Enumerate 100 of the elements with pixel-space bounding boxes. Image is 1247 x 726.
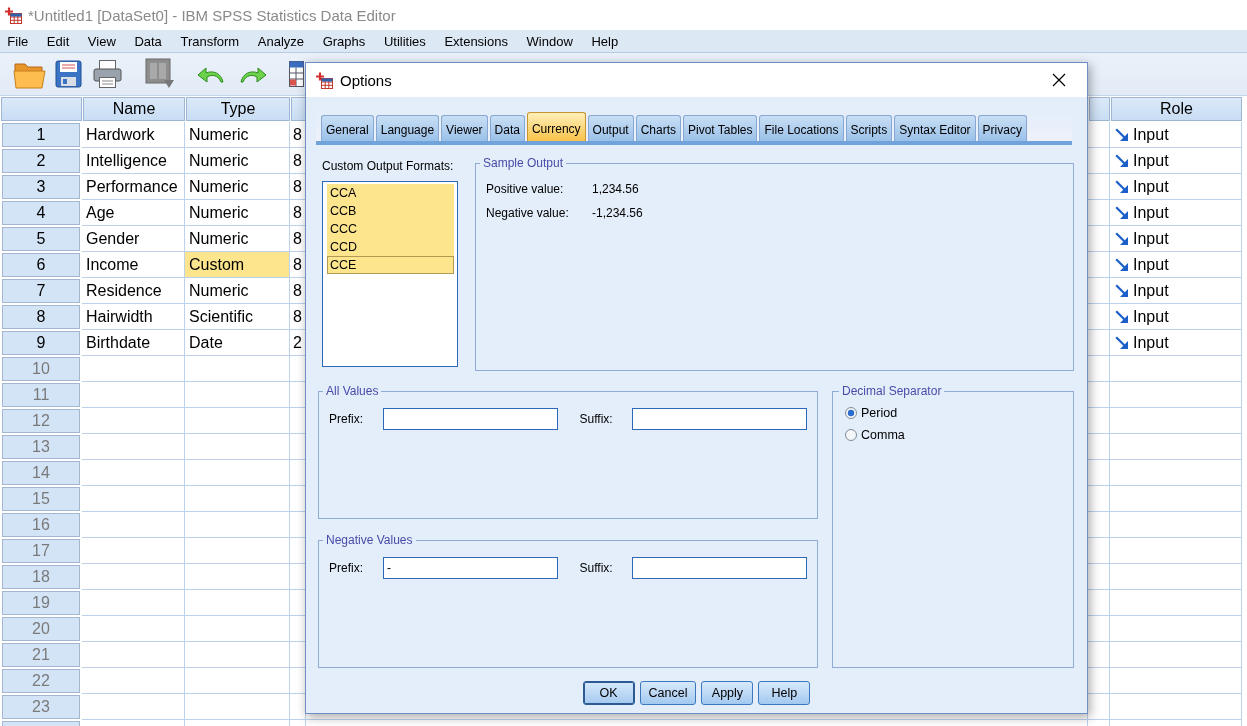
list-box[interactable]: CCA CCB CCC CCD CCE xyxy=(322,181,458,367)
row-header[interactable]: 5 xyxy=(2,227,80,251)
tab[interactable]: File Locations xyxy=(759,115,844,141)
window-title: *Untitled1 [DataSet0] - IBM SPSS Statistics Data Editor xyxy=(28,6,396,24)
list-item[interactable]: CCB xyxy=(327,202,454,220)
table-icon[interactable] xyxy=(289,59,304,89)
text-field[interactable] xyxy=(382,408,558,430)
role-text: Input xyxy=(1133,203,1169,222)
table-plus-icon xyxy=(5,6,22,24)
redo-icon[interactable] xyxy=(238,64,268,84)
menu-item[interactable]: Analyze xyxy=(248,31,314,51)
close-icon xyxy=(1052,73,1066,87)
row-header[interactable]: 8 xyxy=(2,305,80,329)
table-cell: Numeric xyxy=(185,174,290,200)
radio-icon[interactable] xyxy=(845,429,857,441)
menu-item[interactable]: Utilities xyxy=(374,31,436,51)
field-label: Suffix: xyxy=(579,561,614,575)
table-cell: Gender xyxy=(82,226,185,252)
sample-label: Positive value: xyxy=(486,181,564,197)
sample-label: Negative value: xyxy=(486,205,569,221)
menu-item[interactable]: Graphs xyxy=(313,31,375,51)
row-header[interactable]: 1 xyxy=(2,123,80,147)
table-cell xyxy=(1088,564,1110,590)
text-field[interactable] xyxy=(632,557,807,579)
row-header[interactable]: 4 xyxy=(2,201,80,225)
row-header[interactable]: 7 xyxy=(2,279,80,303)
table-cell xyxy=(1088,512,1110,538)
row-header[interactable]: 2 xyxy=(2,149,80,173)
row-header[interactable]: 6 xyxy=(2,253,80,277)
group-label: Sample Output xyxy=(482,156,565,170)
role-text: Input xyxy=(1133,125,1169,144)
table-cell xyxy=(1088,356,1110,382)
dialog-button[interactable]: OK xyxy=(582,681,635,705)
panel-icon[interactable] xyxy=(145,58,175,90)
table-cell: Scientific xyxy=(185,304,290,330)
text-field[interactable]: - xyxy=(382,557,558,579)
printer-icon[interactable] xyxy=(93,59,122,89)
table-cell xyxy=(1088,434,1110,460)
tab[interactable]: Output xyxy=(587,115,634,141)
tab[interactable]: Currency xyxy=(526,112,586,141)
tab[interactable]: Data xyxy=(489,115,525,141)
menu-item[interactable]: Window xyxy=(517,31,583,51)
tab[interactable]: Syntax Editor xyxy=(894,115,976,141)
arrow-icon xyxy=(1115,284,1128,297)
radio-icon[interactable] xyxy=(845,407,857,419)
text-field[interactable] xyxy=(632,408,807,430)
field-label: Prefix: xyxy=(329,561,364,575)
save-icon[interactable] xyxy=(55,60,82,88)
field-label: Suffix: xyxy=(579,412,614,426)
tab[interactable]: Language xyxy=(375,115,440,141)
column-header[interactable]: Name xyxy=(83,97,185,121)
group-label: Negative Values xyxy=(325,533,414,547)
column-header[interactable] xyxy=(1089,97,1110,121)
list-item[interactable]: CCA xyxy=(327,184,454,202)
role-text: Input xyxy=(1133,151,1169,170)
table-cell: Custom xyxy=(185,252,290,278)
row-header[interactable]: 9 xyxy=(2,331,80,355)
table-cell: Numeric xyxy=(185,278,290,304)
menu-item[interactable]: Transform xyxy=(171,31,249,51)
radio-option[interactable]: Period xyxy=(845,404,898,422)
role-text: Input xyxy=(1133,333,1169,352)
tab[interactable]: Scripts xyxy=(845,115,893,141)
table-cell: Intelligence xyxy=(82,148,185,174)
tab[interactable]: Privacy xyxy=(977,115,1027,141)
menu-item[interactable]: Edit xyxy=(37,31,79,51)
undo-icon[interactable] xyxy=(197,64,225,84)
table-cell: Hairwidth xyxy=(82,304,185,330)
table-cell: Hardwork xyxy=(82,122,185,148)
dialog-button[interactable]: Apply xyxy=(701,681,754,705)
table-cell: Residence xyxy=(82,278,185,304)
list-item[interactable]: CCE xyxy=(327,256,454,274)
tab[interactable]: General xyxy=(321,115,374,141)
table-cell: Numeric xyxy=(185,200,290,226)
menu-item[interactable]: View xyxy=(78,31,126,51)
tab[interactable]: Charts xyxy=(635,115,681,141)
field-label: Prefix: xyxy=(329,412,364,426)
tab[interactable]: Pivot Tables xyxy=(683,115,758,141)
menu-item[interactable]: Data xyxy=(125,31,172,51)
arrow-icon xyxy=(1115,310,1128,323)
table-cell xyxy=(1088,382,1110,408)
column-header[interactable]: Type xyxy=(186,97,290,121)
table-cell xyxy=(1088,668,1110,694)
table-cell xyxy=(1088,408,1110,434)
table-cell: Age xyxy=(82,200,185,226)
menu-item[interactable]: Extensions xyxy=(435,31,518,51)
table-cell: Performance xyxy=(82,174,185,200)
list-item[interactable]: CCD xyxy=(327,238,454,256)
list-item[interactable]: CCC xyxy=(327,220,454,238)
row-header[interactable]: 3 xyxy=(2,175,80,199)
group-label: All Values xyxy=(325,384,380,398)
dialog-button[interactable]: Help xyxy=(758,681,811,705)
table-cell: Numeric xyxy=(185,148,290,174)
menu-item[interactable]: Help xyxy=(582,31,628,51)
dialog-button[interactable]: Cancel xyxy=(639,681,697,705)
radio-option[interactable]: Comma xyxy=(845,426,905,444)
table-cell xyxy=(1088,590,1110,616)
menu-item[interactable]: File xyxy=(0,31,38,51)
table-cell: Numeric xyxy=(185,226,290,252)
tab[interactable]: Viewer xyxy=(441,115,488,141)
column-header[interactable]: Role xyxy=(1111,97,1242,121)
